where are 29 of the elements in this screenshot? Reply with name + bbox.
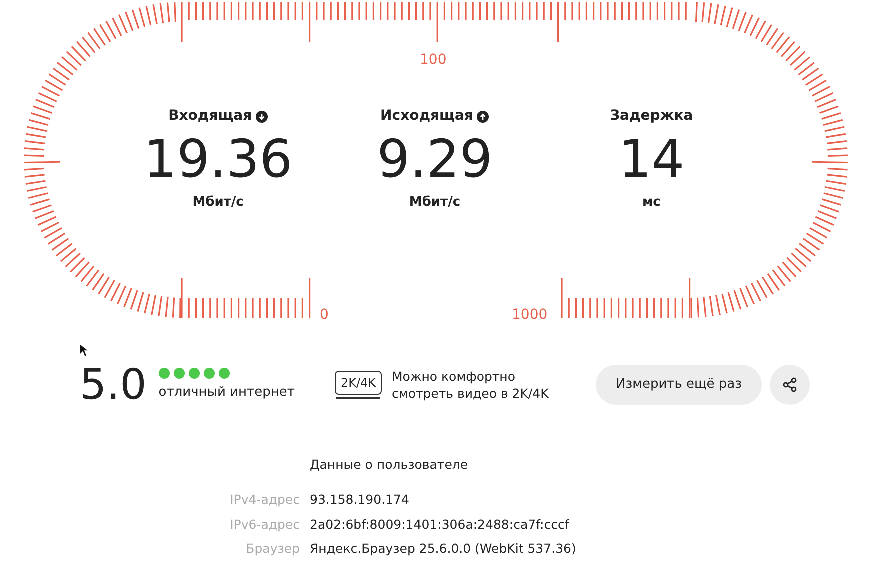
scale-label: 1000 [512,306,548,325]
field-value: 2a02:6bf:8009:1401:306a:2488:ca7f:cccf [310,516,570,534]
metric-unit: Мбит/с [192,194,244,212]
section-title: Данные о пользователе [310,456,470,474]
quality-badge: 2K/4K [334,371,382,395]
rating-text: отличный интернет [158,384,295,402]
metric-unit: мс [642,194,661,212]
retest-button[interactable]: Измерить ещё раз [596,365,762,405]
metric-value: 9.29 [377,129,493,192]
metric-value: 19.36 [144,129,293,192]
field-label: Браузер [245,540,300,558]
metric-label: Задержка [610,107,694,126]
metric-label: Исходящая [380,107,474,126]
share-icon [782,377,798,393]
scale-label: 0 [320,306,329,325]
metric-label: Входящая [168,107,252,126]
arrow-down-icon [256,110,268,122]
field-value: 93.158.190.174 [310,490,410,509]
scale-label: 100 [420,51,447,70]
share-button[interactable] [770,365,810,405]
metric-unit: Мбит/с [409,194,461,212]
arrow-up-icon [477,110,490,122]
field-label: IPv4-адрес [229,490,300,509]
metric-value: 14 [618,129,685,192]
field-label: IPv6-адрес [229,516,300,534]
mouse-cursor-icon [79,343,89,358]
field-value: Яндекс.Браузер 25.6.0.0 (WebKit 537.36) [310,540,578,558]
quality-text: Можно комфортно смотреть видео в 2K/4K [392,368,550,402]
rating-score: 5.0 [80,364,147,406]
